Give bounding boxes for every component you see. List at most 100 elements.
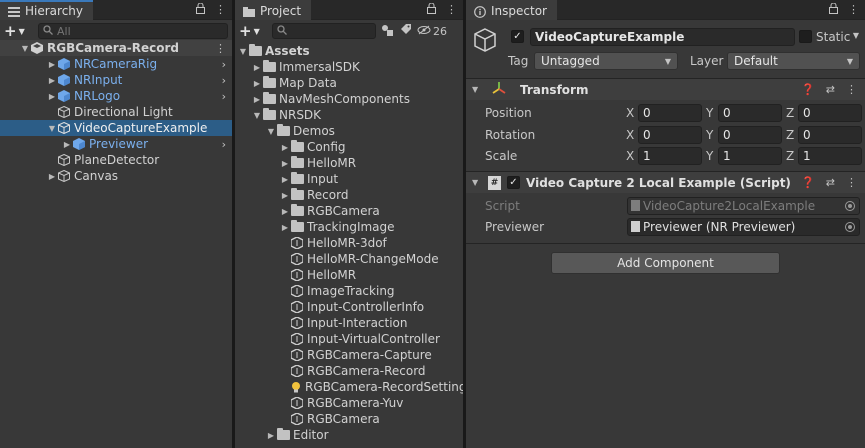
project-item-imagetracking[interactable]: ImageTracking — [235, 283, 463, 299]
expand-arrow-icon[interactable]: ▼ — [472, 178, 482, 187]
component-enabled-checkbox[interactable]: ✓ — [507, 176, 520, 189]
rotation-x-field[interactable]: 0 — [638, 125, 702, 144]
hierarchy-item-nrcamerarig[interactable]: ▶ NRCameraRig › — [0, 56, 232, 72]
active-checkbox[interactable]: ✓ — [511, 30, 524, 43]
more-menu-icon[interactable]: ⋮ — [215, 3, 226, 17]
project-item-assets[interactable]: ▼ Assets — [235, 43, 463, 59]
scene-menu-icon[interactable]: ⋮ — [215, 42, 226, 55]
expand-arrow-icon[interactable]: ▶ — [266, 431, 276, 440]
hierarchy-item-canvas[interactable]: ▶ Canvas — [0, 168, 232, 184]
project-item-nrsdk[interactable]: ▼ NRSDK — [235, 107, 463, 123]
static-dropdown-icon[interactable]: ▼ — [853, 31, 859, 40]
expand-arrow-icon[interactable]: ▶ — [252, 95, 262, 104]
chevron-right-icon[interactable]: › — [222, 74, 226, 87]
hierarchy-item-nrlogo[interactable]: ▶ NRLogo › — [0, 88, 232, 104]
expand-arrow-icon[interactable]: ▼ — [252, 111, 262, 120]
chevron-right-icon[interactable]: › — [222, 90, 226, 103]
lock-icon[interactable] — [427, 2, 436, 17]
project-item-rgbcamera-yuv[interactable]: RGBCamera-Yuv — [235, 395, 463, 411]
expand-arrow-icon[interactable]: ▶ — [252, 63, 262, 72]
position-z-field[interactable]: 0 — [798, 103, 862, 122]
more-menu-icon[interactable]: ⋮ — [846, 176, 857, 189]
hierarchy-search[interactable] — [38, 23, 228, 39]
create-button[interactable]: + ▼ — [239, 22, 267, 40]
tag-dropdown[interactable]: Untagged ▼ — [534, 52, 678, 70]
scale-y-field[interactable]: 1 — [718, 146, 782, 165]
more-menu-icon[interactable]: ⋮ — [446, 3, 457, 17]
project-item-record[interactable]: ▶ Record — [235, 187, 463, 203]
lock-icon[interactable] — [196, 2, 205, 17]
expand-arrow-icon[interactable]: ▶ — [280, 175, 290, 184]
more-menu-icon[interactable]: ⋮ — [848, 3, 859, 17]
transform-header[interactable]: ▼ Transform ❓ ⇄ ⋮ — [466, 78, 865, 100]
expand-arrow-icon[interactable]: ▶ — [280, 159, 290, 168]
script-component-header[interactable]: ▼ # ✓ Video Capture 2 Local Example (Scr… — [466, 171, 865, 193]
expand-arrow-icon[interactable]: ▼ — [238, 47, 248, 56]
project-item-rgbcamera-record[interactable]: RGBCamera-Record — [235, 363, 463, 379]
project-item-rgbcamera-folder[interactable]: ▶ RGBCamera — [235, 203, 463, 219]
hierarchy-item-nrinput[interactable]: ▶ NRInput › — [0, 72, 232, 88]
preset-icon[interactable]: ⇄ — [826, 176, 835, 189]
previewer-field[interactable]: Previewer (NR Previewer) — [627, 217, 860, 236]
object-picker-icon[interactable] — [845, 221, 855, 232]
expand-arrow-icon[interactable]: ▼ — [47, 124, 57, 133]
scale-x-field[interactable]: 1 — [638, 146, 702, 165]
search-input[interactable] — [57, 24, 147, 38]
expand-arrow-icon[interactable]: ▶ — [47, 92, 57, 101]
project-item-demos[interactable]: ▼ Demos — [235, 123, 463, 139]
chevron-right-icon[interactable]: › — [222, 138, 226, 151]
hierarchy-item-previewer[interactable]: ▶ Previewer › — [0, 136, 232, 152]
expand-arrow-icon[interactable]: ▼ — [266, 127, 276, 136]
project-item-editor[interactable]: ▶ Editor — [235, 427, 463, 443]
lock-icon[interactable] — [829, 2, 838, 17]
layer-dropdown[interactable]: Default ▼ — [727, 52, 860, 70]
expand-arrow-icon[interactable]: ▶ — [62, 140, 72, 149]
hierarchy-item-directional-light[interactable]: Directional Light — [0, 104, 232, 120]
help-icon[interactable]: ❓ — [801, 83, 815, 96]
expand-arrow-icon[interactable]: ▶ — [280, 223, 290, 232]
expand-arrow-icon[interactable]: ▶ — [280, 143, 290, 152]
project-item-navmeshcomponents[interactable]: ▶ NavMeshComponents — [235, 91, 463, 107]
project-item-config[interactable]: ▶ Config — [235, 139, 463, 155]
chevron-right-icon[interactable]: › — [222, 58, 226, 71]
project-search[interactable] — [272, 23, 376, 39]
expand-arrow-icon[interactable]: ▶ — [47, 76, 57, 85]
project-item-trackingimage[interactable]: ▶ TrackingImage — [235, 219, 463, 235]
hierarchy-item-planedetector[interactable]: PlaneDetector — [0, 152, 232, 168]
project-item-input[interactable]: ▶ Input — [235, 171, 463, 187]
expand-arrow-icon[interactable]: ▼ — [20, 44, 30, 53]
position-y-field[interactable]: 0 — [718, 103, 782, 122]
project-item-input-virtualcontroller[interactable]: Input-VirtualController — [235, 331, 463, 347]
search-by-type-icon[interactable] — [381, 24, 395, 39]
more-menu-icon[interactable]: ⋮ — [846, 83, 857, 96]
scene-row[interactable]: ▼ RGBCamera-Record ⋮ — [0, 40, 232, 56]
hierarchy-item-videocaptureexample[interactable]: ▼ VideoCaptureExample — [0, 120, 232, 136]
project-item-rgbcamera-scene[interactable]: RGBCamera — [235, 411, 463, 427]
position-x-field[interactable]: 0 — [638, 103, 702, 122]
expand-arrow-icon[interactable]: ▶ — [47, 60, 57, 69]
search-by-label-icon[interactable] — [400, 23, 412, 39]
add-component-button[interactable]: Add Component — [551, 252, 780, 274]
preset-icon[interactable]: ⇄ — [826, 83, 835, 96]
project-item-hellomr-3dof[interactable]: HelloMR-3dof — [235, 235, 463, 251]
create-button[interactable]: + ▼ — [4, 22, 32, 40]
expand-arrow-icon[interactable]: ▶ — [280, 191, 290, 200]
expand-arrow-icon[interactable]: ▼ — [472, 85, 482, 94]
rotation-y-field[interactable]: 0 — [718, 125, 782, 144]
static-checkbox[interactable] — [799, 30, 812, 43]
project-item-hellomr-changemode[interactable]: HelloMR-ChangeMode — [235, 251, 463, 267]
project-item-rgbcamera-capture[interactable]: RGBCamera-Capture — [235, 347, 463, 363]
project-item-input-interaction[interactable]: Input-Interaction — [235, 315, 463, 331]
project-item-input-controllerinfo[interactable]: Input-ControllerInfo — [235, 299, 463, 315]
rotation-z-field[interactable]: 0 — [798, 125, 862, 144]
help-icon[interactable]: ❓ — [801, 176, 815, 189]
project-item-hellomr-folder[interactable]: ▶ HelloMR — [235, 155, 463, 171]
expand-arrow-icon[interactable]: ▶ — [252, 79, 262, 88]
project-item-hellomr-scene[interactable]: HelloMR — [235, 267, 463, 283]
project-item-map-data[interactable]: ▶ Map Data — [235, 75, 463, 91]
tab-inspector[interactable]: Inspector — [466, 0, 557, 20]
project-item-immersalsdk[interactable]: ▶ ImmersalSDK — [235, 59, 463, 75]
tab-hierarchy[interactable]: Hierarchy — [0, 0, 94, 20]
scale-z-field[interactable]: 1 — [798, 146, 862, 165]
tab-project[interactable]: Project — [235, 0, 312, 20]
